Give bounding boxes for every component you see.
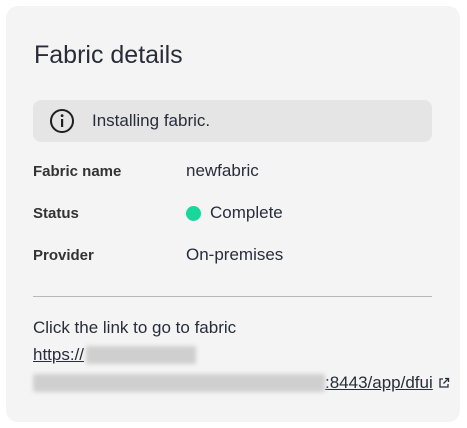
provider-row: Provider On-premises (33, 243, 283, 267)
external-link-icon[interactable] (438, 377, 450, 389)
fabric-link-suffix[interactable]: :8443/app/dfui (325, 372, 433, 394)
divider (33, 296, 432, 297)
info-notice: Installing fabric. (33, 100, 432, 142)
panel-title: Fabric details (34, 41, 183, 69)
status-complete-dot-icon (186, 205, 201, 221)
fabric-name-label: Fabric name (33, 162, 122, 180)
fabric-name-row: Fabric name newfabric (33, 159, 259, 183)
link-intro-text: Click the link to go to fabric (33, 318, 237, 337)
info-circle-icon (49, 108, 75, 134)
provider-value: On-premises (186, 245, 284, 264)
fabric-link-line2[interactable]: :8443/app/dfui (33, 372, 450, 394)
redacted-host-part1 (86, 346, 197, 364)
fabric-details-panel: Fabric details Installing fabric. Fabric… (6, 6, 460, 422)
notice-text: Installing fabric. (92, 111, 211, 130)
provider-label: Provider (33, 246, 94, 264)
status-value: Complete (186, 203, 283, 223)
status-text: Complete (210, 203, 283, 222)
fabric-name-value: newfabric (186, 161, 259, 180)
redacted-host-part2 (33, 374, 325, 392)
fabric-link-line1[interactable]: https:// (33, 344, 197, 366)
status-row: Status Complete (33, 201, 283, 225)
fabric-link-prefix[interactable]: https:// (33, 344, 84, 366)
status-label: Status (33, 204, 79, 222)
